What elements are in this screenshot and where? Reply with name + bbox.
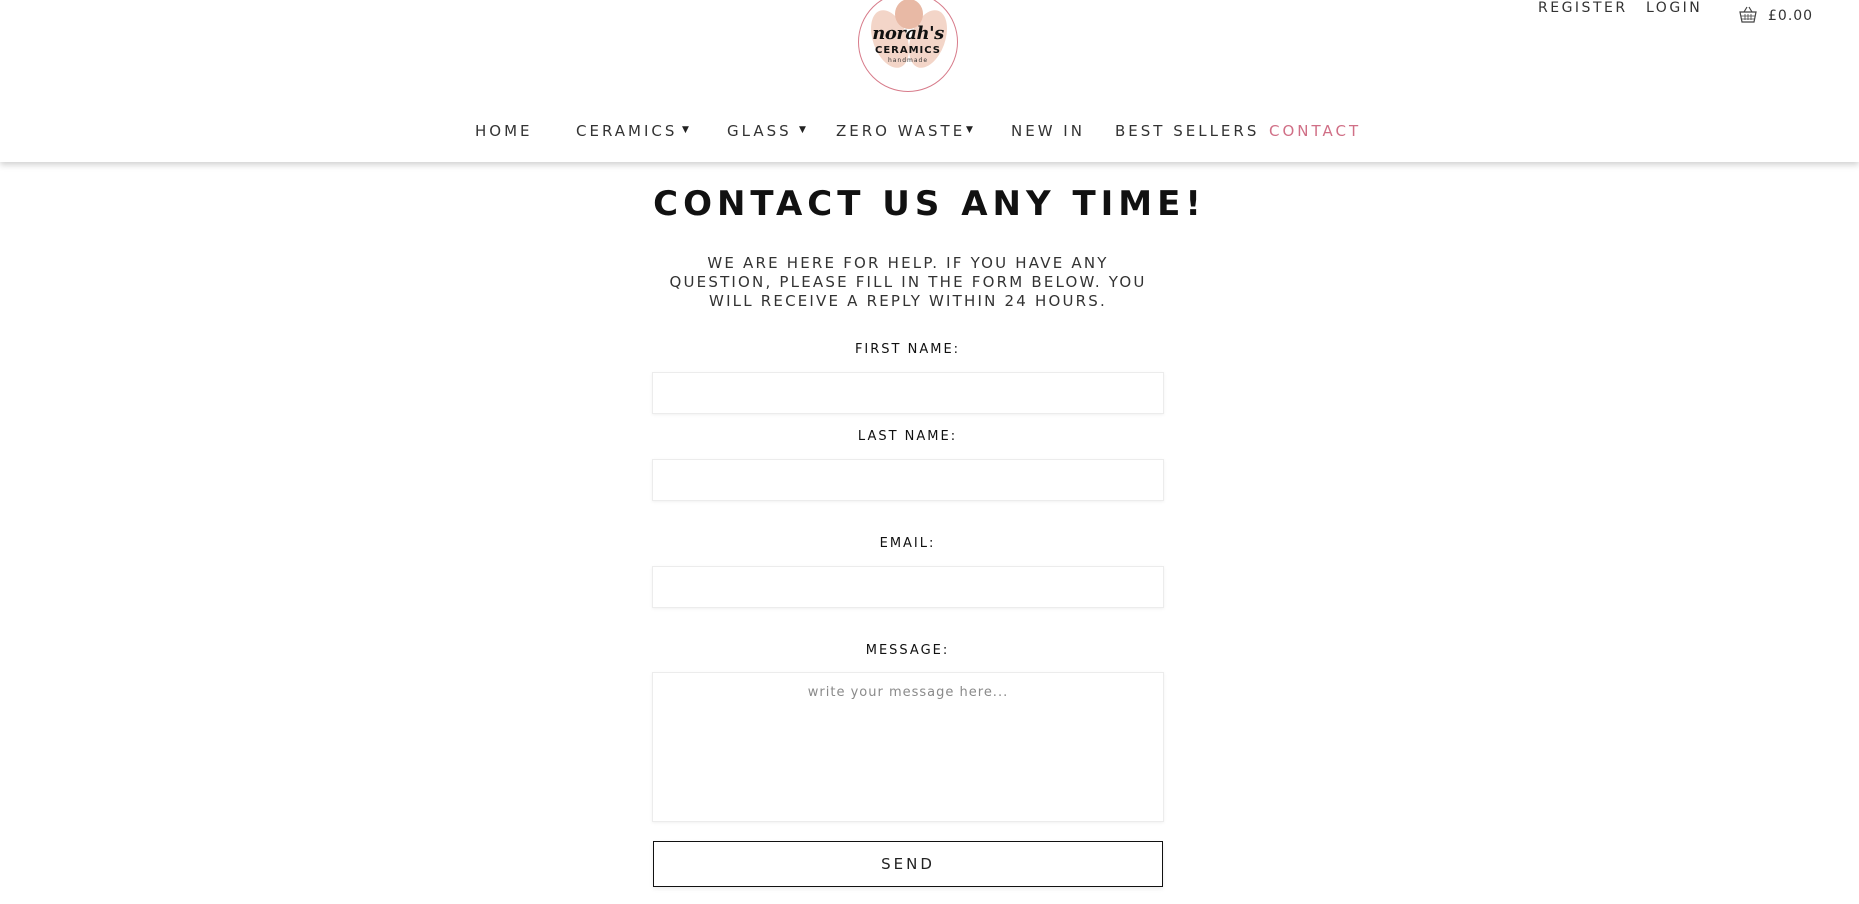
last-name-label: LAST NAME: [857, 429, 958, 444]
nav-glass[interactable]: GLASS [727, 122, 792, 140]
page-title: CONTACT US ANY TIME! [653, 184, 1206, 224]
logo-tagline: handmade [887, 57, 929, 64]
login-link[interactable]: LOGIN [1646, 0, 1702, 16]
caret-down-icon[interactable]: ▼ [799, 125, 806, 135]
email-input[interactable] [652, 566, 1164, 608]
send-button[interactable]: SEND [653, 841, 1163, 887]
message-textarea[interactable] [652, 672, 1164, 822]
logo-name: norah's [872, 23, 944, 44]
site-header: norah's CERAMICS handmade REGISTER LOGIN… [0, 0, 1859, 162]
nav-contact[interactable]: CONTACT [1269, 122, 1361, 140]
first-name-input[interactable] [652, 372, 1164, 414]
last-name-input[interactable] [652, 459, 1164, 501]
first-name-label: FIRST NAME: [854, 342, 961, 357]
brand-logo[interactable]: norah's CERAMICS handmade [858, 0, 958, 92]
nav-zero-waste[interactable]: ZERO WASTE [836, 122, 965, 140]
message-label: MESSAGE: [865, 643, 950, 658]
basket-icon[interactable] [1738, 6, 1758, 24]
logo-subtitle: CERAMICS [874, 45, 941, 56]
nav-best-sellers[interactable]: BEST SELLERS [1115, 122, 1259, 140]
caret-down-icon[interactable]: ▼ [682, 125, 689, 135]
caret-down-icon[interactable]: ▼ [966, 125, 973, 135]
register-link[interactable]: REGISTER [1538, 0, 1628, 16]
email-label: EMAIL: [879, 536, 936, 551]
nav-new-in[interactable]: NEW IN [1011, 122, 1085, 140]
cart-total[interactable]: £0.00 [1768, 8, 1813, 24]
nav-home[interactable]: HOME [475, 122, 533, 140]
nav-ceramics[interactable]: CERAMICS [576, 122, 677, 140]
intro-text: WE ARE HERE FOR HELP. IF YOU HAVE ANY QU… [669, 254, 1147, 310]
